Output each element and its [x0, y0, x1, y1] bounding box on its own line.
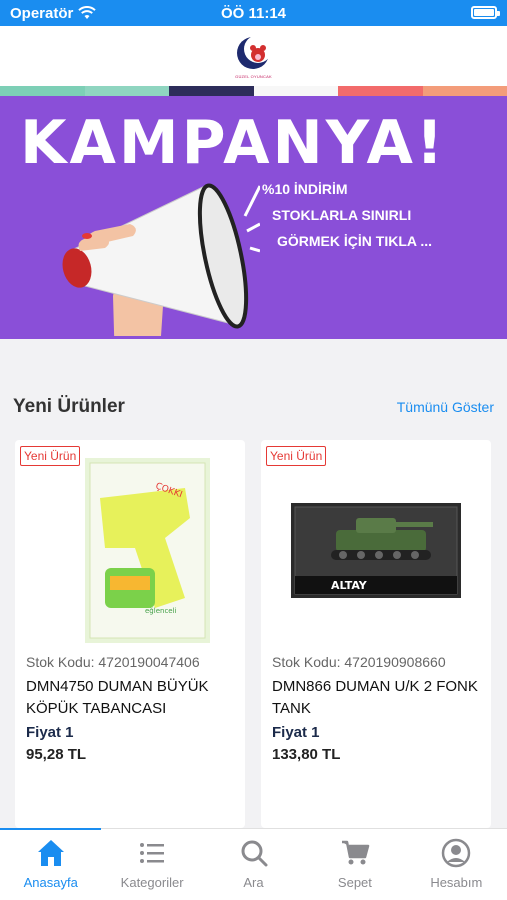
status-bar: Operatör ÖÖ 11:14 — [0, 0, 507, 26]
section-title: Yeni Ürünler — [13, 396, 125, 417]
wifi-icon — [78, 6, 97, 19]
product-image: ÇOKKI eğlenceli — [35, 458, 225, 643]
tab-categories[interactable]: Kategoriler — [101, 829, 202, 900]
tab-label: Anasayfa — [23, 875, 78, 890]
new-badge: Yeni Ürün — [266, 446, 327, 466]
carrier: Operatör — [10, 4, 97, 22]
tab-search[interactable]: Ara — [203, 829, 304, 900]
home-icon — [37, 840, 64, 866]
stock-code: Stok Kodu: 4720190047406 — [26, 654, 200, 670]
clock: ÖÖ 11:14 — [220, 4, 287, 22]
tab-account[interactable]: Hesabım — [406, 829, 507, 900]
brand-logo[interactable]: GÜZEL OYUNCAK — [234, 33, 274, 79]
price-label: Fiyat 1 — [272, 724, 320, 741]
tab-label: Kategoriler — [120, 875, 184, 890]
campaign-banner[interactable]: KAMPANYA! %10 İNDİRİM STOKLARLA SINIRLI … — [0, 96, 507, 339]
banner-text: %10 İNDİRİM STOKLARLA SINIRLI GÖRMEK İÇİ… — [262, 176, 432, 254]
price-label: Fiyat 1 — [26, 724, 74, 741]
logo-icon — [236, 35, 272, 69]
svg-text:ALTAY: ALTAY — [331, 579, 368, 592]
banner-line-stock: STOKLARLA SINIRLI — [272, 207, 412, 223]
banner-title: KAMPANYA! — [20, 108, 447, 178]
account-icon — [442, 838, 471, 868]
tab-label: Hesabım — [430, 875, 483, 890]
battery-icon — [471, 6, 500, 19]
cart-icon — [341, 840, 370, 865]
tab-cart[interactable]: Sepet — [304, 829, 405, 900]
app-header: GÜZEL OYUNCAK — [0, 26, 507, 86]
product-name: DMN4750 DUMAN BÜYÜK KÖPÜK TABANCASI — [26, 678, 209, 717]
megaphone-icon — [62, 183, 260, 336]
list-icon — [140, 843, 165, 863]
tab-home[interactable]: Anasayfa — [0, 828, 102, 900]
banner-line-cta: GÖRMEK İÇİN TIKLA ... — [277, 233, 433, 249]
logo-text: GÜZEL OYUNCAK — [235, 74, 272, 79]
product-price: 95,28 TL — [26, 746, 87, 763]
carrier-name: Operatör — [10, 4, 74, 22]
svg-text:eğlenceli: eğlenceli — [145, 607, 177, 615]
bottom-tab-bar: Anasayfa Kategoriler Ara Sepet Hesabım — [0, 828, 507, 900]
product-price: 133,80 TL — [272, 746, 341, 763]
color-stripe — [0, 86, 507, 96]
banner-line-discount: %10 İNDİRİM — [262, 181, 348, 197]
show-all-link[interactable]: Tümünü Göster — [397, 399, 494, 415]
product-card[interactable]: ALTAY Yeni Ürün Stok Kodu: 4720190908660… — [261, 440, 491, 828]
search-icon — [241, 840, 268, 867]
stock-code: Stok Kodu: 4720190908660 — [272, 654, 446, 670]
tab-label: Ara — [243, 875, 264, 890]
new-badge: Yeni Ürün — [20, 446, 81, 466]
tab-label: Sepet — [337, 875, 372, 890]
product-image: ALTAY — [281, 458, 471, 643]
product-card[interactable]: ÇOKKI eğlenceli Yeni Ürün Stok Kodu: 472… — [15, 440, 245, 828]
new-products-section-header: Yeni Ürünler Tümünü Göster — [0, 339, 507, 439]
product-name: DMN866 DUMAN U/K 2 FONK TANK — [272, 678, 478, 717]
